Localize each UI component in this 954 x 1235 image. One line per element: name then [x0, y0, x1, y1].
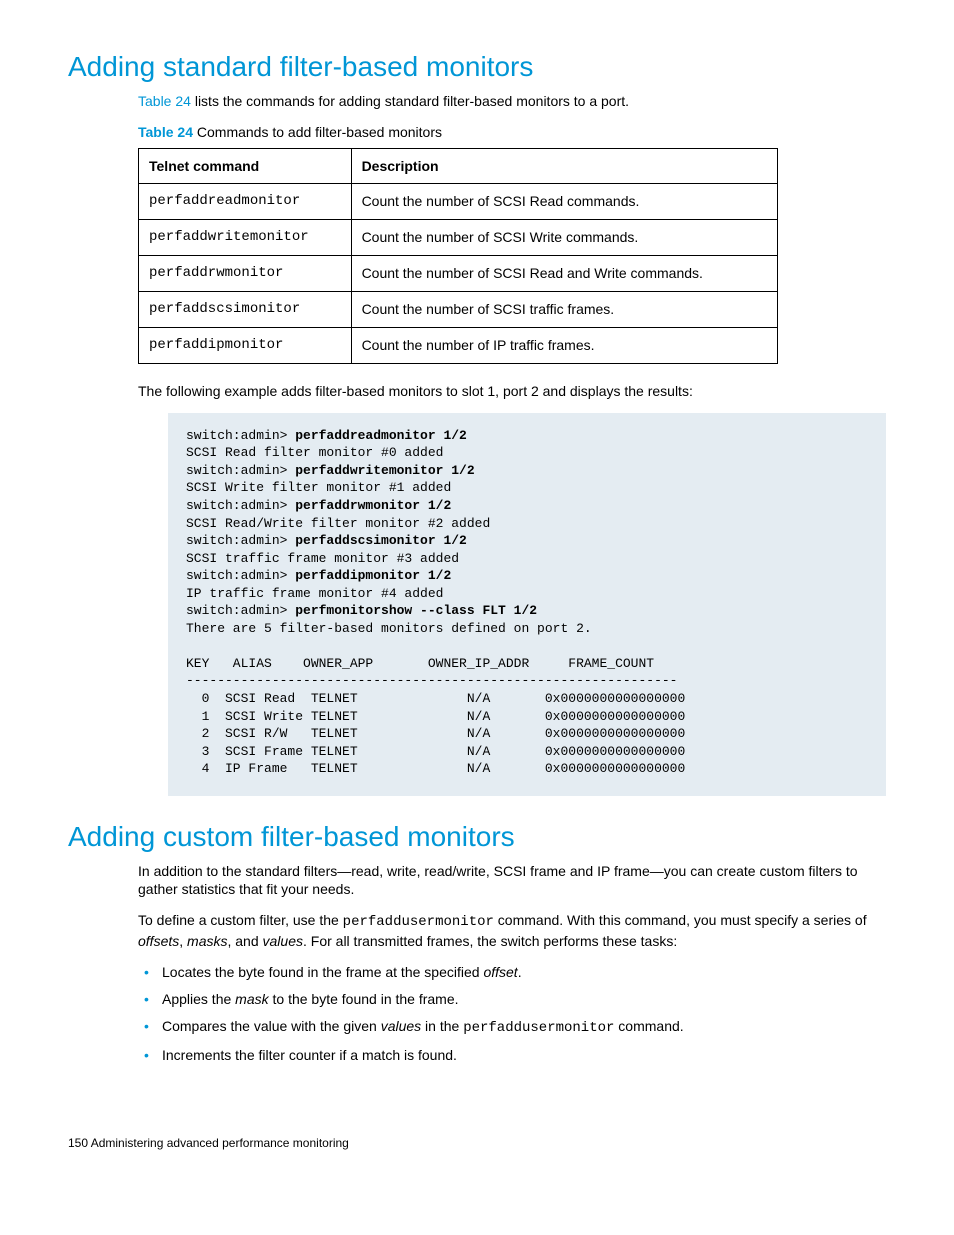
table-24-caption: Table 24 Commands to add filter-based mo…: [138, 123, 886, 142]
cmd-cell: perfaddreadmonitor: [139, 184, 352, 220]
intro-paragraph: Table 24 lists the commands for adding s…: [138, 92, 886, 111]
example-intro: The following example adds filter-based …: [138, 382, 886, 401]
commands-table: Telnet command Description perfaddreadmo…: [138, 148, 778, 364]
th-description: Description: [351, 148, 777, 184]
footer-title: Administering advanced performance monit…: [88, 1136, 349, 1150]
table-row: perfaddscsimonitorCount the number of SC…: [139, 292, 778, 328]
desc-cell: Count the number of SCSI Read commands.: [351, 184, 777, 220]
page-number: 150: [68, 1136, 88, 1150]
list-item: Locates the byte found in the frame at t…: [162, 963, 886, 982]
table-row: perfaddrwmonitorCount the number of SCSI…: [139, 256, 778, 292]
code-block: switch:admin> perfaddreadmonitor 1/2 SCS…: [168, 413, 886, 796]
list-item: Increments the filter counter if a match…: [162, 1046, 886, 1065]
cmd-cell: perfaddipmonitor: [139, 328, 352, 364]
desc-cell: Count the number of IP traffic frames.: [351, 328, 777, 364]
cmd-cell: perfaddscsimonitor: [139, 292, 352, 328]
desc-cell: Count the number of SCSI Write commands.: [351, 220, 777, 256]
list-item: Applies the mask to the byte found in th…: [162, 990, 886, 1009]
desc-cell: Count the number of SCSI Read and Write …: [351, 256, 777, 292]
table-24-link[interactable]: Table 24: [138, 93, 191, 109]
cmd-perfaddusermonitor: perfaddusermonitor: [463, 1020, 614, 1036]
cmd-cell: perfaddwritemonitor: [139, 220, 352, 256]
custom-paragraph-1: In addition to the standard filters—read…: [138, 862, 886, 900]
table-row: perfaddreadmonitorCount the number of SC…: [139, 184, 778, 220]
th-command: Telnet command: [139, 148, 352, 184]
table-row: perfaddwritemonitorCount the number of S…: [139, 220, 778, 256]
task-list: Locates the byte found in the frame at t…: [138, 963, 886, 1065]
custom-paragraph-2: To define a custom filter, use the perfa…: [138, 911, 886, 951]
list-item: Compares the value with the given values…: [162, 1017, 886, 1038]
cmd-cell: perfaddrwmonitor: [139, 256, 352, 292]
table-header-row: Telnet command Description: [139, 148, 778, 184]
caption-text: Commands to add filter-based monitors: [193, 124, 442, 140]
intro-rest: lists the commands for adding standard f…: [191, 93, 629, 109]
cmd-perfaddusermonitor: perfaddusermonitor: [343, 914, 494, 930]
page-footer: 150 Administering advanced performance m…: [68, 1135, 886, 1151]
section-heading-custom: Adding custom filter-based monitors: [68, 818, 886, 856]
section-heading-standard: Adding standard filter-based monitors: [68, 48, 886, 86]
caption-number: Table 24: [138, 124, 193, 140]
table-row: perfaddipmonitorCount the number of IP t…: [139, 328, 778, 364]
desc-cell: Count the number of SCSI traffic frames.: [351, 292, 777, 328]
